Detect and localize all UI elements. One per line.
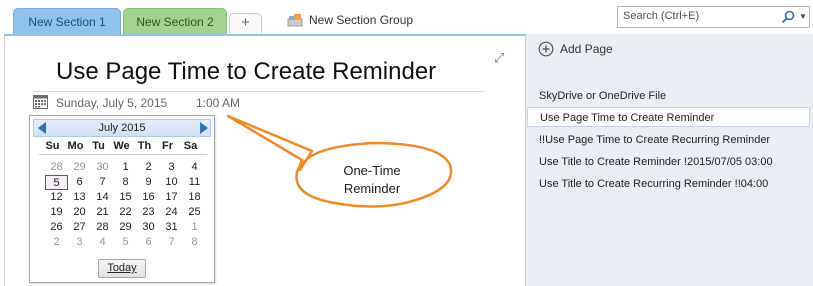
search-icon[interactable] [781, 10, 795, 24]
search-scope-dropdown-icon[interactable]: ▼ [799, 10, 807, 24]
calendar-day[interactable]: 6 [68, 175, 91, 190]
calendar-day[interactable]: 9 [137, 175, 160, 190]
day-header-tuesday: Tu [92, 140, 105, 152]
calendar-day[interactable]: 8 [183, 235, 206, 250]
calendar-day[interactable]: 3 [160, 160, 183, 175]
calendar-day[interactable]: 25 [183, 205, 206, 220]
calendar-day[interactable]: 6 [137, 235, 160, 250]
calendar-day[interactable]: 21 [91, 205, 114, 220]
calendar-day[interactable]: 11 [183, 175, 206, 190]
calendar-day[interactable]: 13 [68, 190, 91, 205]
calendar-day[interactable]: 16 [137, 190, 160, 205]
calendar-day[interactable]: 1 [114, 160, 137, 175]
calendar-day[interactable]: 26 [45, 220, 68, 235]
calendar-day[interactable]: 18 [183, 190, 206, 205]
calendar-day[interactable]: 30 [137, 220, 160, 235]
calendar-day[interactable]: 22 [114, 205, 137, 220]
day-header-saturday: Sa [183, 140, 198, 152]
callout-text: One-Time Reminder [311, 162, 433, 198]
calendar-day[interactable]: 3 [68, 235, 91, 250]
calendar-month-label: July 2015 [98, 122, 146, 134]
calendar-day[interactable]: 28 [91, 220, 114, 235]
calendar-day[interactable]: 4 [91, 235, 114, 250]
calendar-header: July 2015 [33, 119, 211, 137]
calendar-day[interactable]: 31 [160, 220, 183, 235]
page-item-use-page-time[interactable]: Use Page Time to Create Reminder [527, 107, 810, 127]
search-box[interactable]: Search (Ctrl+E) ▼ [617, 6, 810, 28]
tab-new-section-2[interactable]: New Section 2 [123, 8, 227, 34]
calendar-day[interactable]: 27 [68, 220, 91, 235]
add-icon [538, 41, 554, 57]
page-item-recurring-page-time[interactable]: !!Use Page Time to Create Recurring Remi… [527, 130, 810, 150]
page-item-skydrive[interactable]: SkyDrive or OneDrive File [527, 86, 810, 106]
section-tab-bar: New Section 1 New Section 2 + New Sectio… [0, 0, 813, 36]
calendar-day[interactable]: 30 [91, 160, 114, 175]
calendar-divider [39, 154, 207, 155]
calendar-day[interactable]: 5 [114, 235, 137, 250]
day-header-thursday: Th [137, 140, 152, 152]
calendar-day[interactable]: 24 [160, 205, 183, 220]
section-group-icon [287, 14, 303, 27]
date-picker-calendar: July 2015 Su Mo Tu We Th Fr Sa 28 29 30 … [29, 115, 215, 283]
calendar-day[interactable]: 14 [91, 190, 114, 205]
calendar-day[interactable]: 29 [68, 160, 91, 175]
page-time[interactable]: 1:00 AM [196, 96, 240, 110]
calendar-day[interactable]: 19 [45, 205, 68, 220]
title-underline [33, 91, 485, 92]
calendar-day[interactable]: 2 [45, 235, 68, 250]
today-button-label: Today [107, 262, 137, 274]
calendar-day[interactable]: 20 [68, 205, 91, 220]
calendar-icon[interactable] [33, 95, 48, 109]
today-button[interactable]: Today [98, 259, 146, 278]
calendar-day[interactable]: 7 [91, 175, 114, 190]
calendar-day[interactable]: 15 [114, 190, 137, 205]
new-section-group-button[interactable]: New Section Group [287, 11, 413, 29]
callout-line-1: One-Time [343, 163, 401, 178]
calendar-day[interactable]: 10 [160, 175, 183, 190]
page-list-pane: Add Page SkyDrive or OneDrive File Use P… [525, 34, 813, 286]
page-item-title-reminder[interactable]: Use Title to Create Reminder !2015/07/05… [527, 152, 810, 172]
section-group-label: New Section Group [309, 13, 414, 27]
calendar-day[interactable]: 29 [114, 220, 137, 235]
calendar-day[interactable]: 12 [45, 190, 68, 205]
calendar-day[interactable]: 8 [114, 175, 137, 190]
day-header-sunday: Su [45, 140, 60, 152]
page-title[interactable]: Use Page Time to Create Reminder [56, 58, 436, 86]
add-section-button[interactable]: + [229, 13, 262, 33]
tab-new-section-1[interactable]: New Section 1 [13, 8, 121, 34]
calendar-day[interactable]: 1 [183, 220, 206, 235]
calendar-day[interactable]: 28 [45, 160, 68, 175]
page-date[interactable]: Sunday, July 5, 2015 [56, 96, 167, 110]
calendar-day[interactable]: 23 [137, 205, 160, 220]
calendar-day-selected[interactable]: 5 [45, 175, 68, 190]
page-item-title-recurring[interactable]: Use Title to Create Recurring Reminder !… [527, 174, 810, 194]
calendar-day[interactable]: 4 [183, 160, 206, 175]
callout-line-2: Reminder [343, 181, 401, 196]
day-header-friday: Fr [162, 140, 173, 152]
calendar-day[interactable]: 2 [137, 160, 160, 175]
add-page-label: Add Page [560, 42, 613, 56]
add-page-button[interactable]: Add Page [538, 40, 613, 58]
next-month-icon[interactable] [200, 122, 208, 134]
day-header-wednesday: We [113, 140, 130, 152]
expand-icon[interactable]: ⤢ [494, 50, 504, 66]
calendar-day[interactable]: 17 [160, 190, 183, 205]
search-input[interactable]: Search (Ctrl+E) [623, 10, 699, 22]
day-header-monday: Mo [67, 140, 84, 152]
calendar-day[interactable]: 7 [160, 235, 183, 250]
